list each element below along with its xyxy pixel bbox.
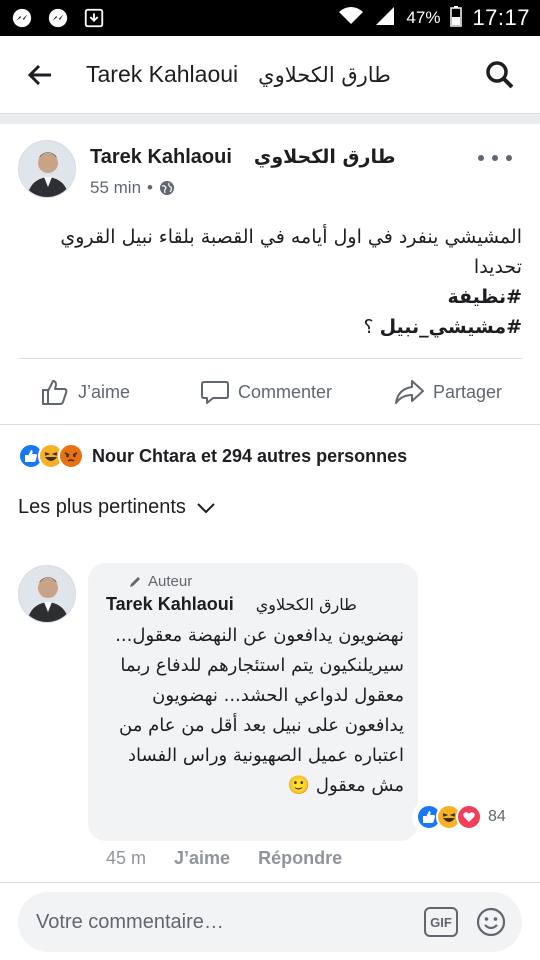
download-icon [82, 6, 106, 30]
comment-input[interactable] [36, 910, 414, 934]
smiley-icon [476, 907, 506, 937]
messenger-icon [10, 6, 34, 30]
post-author-arabic: طارق الكحلاوي [253, 146, 396, 168]
post-text-line: المشيشي ينفرد في اول أيامه في القصبة بلق… [60, 226, 522, 278]
angry-reaction-icon [58, 443, 84, 469]
love-reaction-icon [456, 804, 482, 830]
post-actions: J’aime Commenter Partager [0, 364, 540, 420]
status-bar: 47% 17:17 [0, 0, 540, 36]
hashtag-link[interactable]: #نظيفة [18, 282, 522, 312]
signal-icon [374, 6, 396, 31]
back-button[interactable] [18, 53, 62, 97]
pencil-icon [130, 576, 140, 587]
avatar[interactable] [18, 565, 76, 623]
comment-reactions[interactable]: 84 [412, 800, 512, 834]
search-button[interactable] [478, 53, 522, 97]
comment-time: 45 m [106, 848, 147, 868]
comment-text: نهضويون يدافعون عن النهضة معقول... سيريل… [106, 621, 404, 801]
page-title: Tarek Kahlaoui طارق الكحلاوي [86, 61, 391, 88]
wifi-icon [338, 6, 364, 31]
like-button[interactable]: J’aime [40, 377, 130, 407]
sort-label: Les plus pertinents [18, 496, 186, 518]
reactions-summary[interactable]: Nour Chtara et 294 autres personnes [18, 440, 407, 472]
comment-button[interactable]: Commenter [200, 377, 332, 407]
more-options-button[interactable] [478, 146, 512, 170]
emoji-button[interactable] [474, 905, 508, 939]
app-header: Tarek Kahlaoui طارق الكحلاوي [0, 36, 540, 114]
share-label: Partager [433, 381, 503, 402]
post-text: المشيشي ينفرد في اول أيامه في القصبة بلق… [18, 222, 522, 342]
dot-icon [478, 155, 484, 161]
page-title-latin: Tarek Kahlaoui [86, 61, 239, 87]
share-button[interactable]: Partager [393, 377, 502, 407]
comment-reaction-count: 84 [488, 808, 506, 825]
post-author[interactable]: Tarek Kahlaoui طارق الكحلاوي [90, 146, 396, 169]
battery-icon [450, 5, 463, 32]
avatar[interactable] [18, 140, 76, 198]
comment-composer: GIF [18, 892, 522, 952]
post-header: Tarek Kahlaoui طارق الكحلاوي 55 min • [18, 140, 522, 204]
comment-bubble: Auteur Tarek Kahlaoui طارق الكحلاوي نهضوي… [88, 563, 418, 841]
comment-label: Commenter [238, 381, 333, 402]
post-time[interactable]: 55 min [90, 178, 141, 198]
comment-meta: 45 m J’aime Répondre [106, 848, 342, 869]
divider [0, 424, 540, 425]
gif-button[interactable]: GIF [424, 907, 458, 937]
meta-dot: • [147, 178, 153, 197]
post-meta: 55 min • [90, 178, 175, 198]
smile-emoji: 🙂 [287, 775, 311, 796]
comments-sort-dropdown[interactable]: Les plus pertinents [18, 496, 216, 519]
reactions-summary-text: Nour Chtara et 294 autres personnes [92, 445, 408, 466]
author-badge-label: Auteur [148, 573, 193, 590]
post-author-latin: Tarek Kahlaoui [90, 146, 232, 168]
comment-body: نهضويون يدافعون عن النهضة معقول... سيريل… [115, 625, 404, 796]
post-text-suffix: ؟ [363, 316, 380, 338]
author-badge: Auteur [128, 573, 402, 590]
messenger-icon [46, 6, 70, 30]
comment-like-button[interactable]: J’aime [174, 848, 230, 869]
like-label: J’aime [78, 381, 131, 402]
thumbs-up-icon [42, 380, 68, 405]
arrow-left-icon [27, 64, 51, 85]
comment-author[interactable]: Tarek Kahlaoui طارق الكحلاوي [106, 594, 402, 615]
hashtag-link[interactable]: #مشيشي_نبيل [380, 316, 522, 338]
comment-author-arabic: طارق الكحلاوي [255, 595, 357, 614]
comment-author-latin: Tarek Kahlaoui [106, 594, 234, 614]
clock: 17:17 [472, 5, 530, 30]
comment-reply-button[interactable]: Répondre [258, 848, 342, 869]
globe-icon [159, 181, 174, 195]
comment-icon [201, 381, 229, 404]
search-icon [486, 60, 514, 88]
page-title-arabic: طارق الكحلاوي [258, 63, 391, 87]
battery-level: 47% [406, 8, 441, 27]
chevron-down-icon [197, 502, 215, 513]
dot-icon [506, 155, 512, 161]
divider [0, 882, 540, 883]
divider [18, 358, 522, 359]
separator [0, 114, 540, 124]
dot-icon [492, 155, 498, 161]
share-arrow-icon [395, 380, 424, 404]
